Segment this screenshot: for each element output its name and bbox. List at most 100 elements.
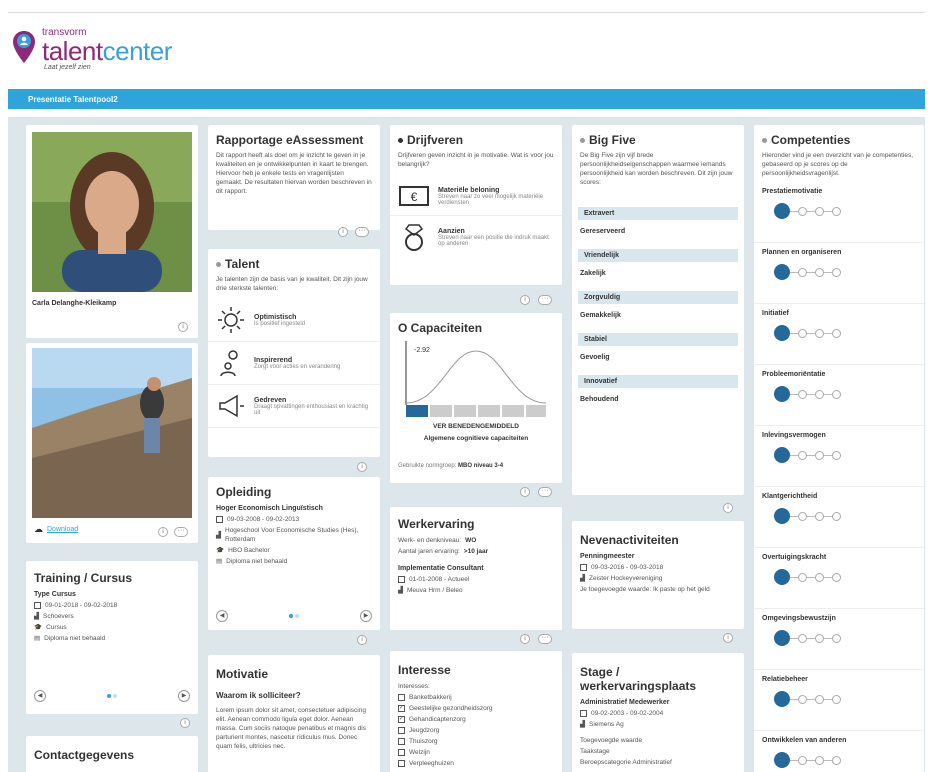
interest-item: Banketbakkerij	[390, 692, 562, 703]
level-step	[832, 267, 841, 277]
more-button[interactable]: ···	[174, 527, 188, 537]
bullet-icon	[580, 138, 585, 144]
level-step	[798, 511, 807, 521]
competence-label: Probleemoriëntatie	[762, 371, 826, 378]
prev-button[interactable]: ◀	[34, 690, 46, 702]
svg-text:€: €	[411, 190, 418, 204]
level-step	[798, 389, 807, 399]
education-diploma: ▤ Diploma niet behaald	[216, 558, 288, 565]
location-pin-logo-icon	[13, 31, 35, 63]
drivers-title: Drijfveren	[390, 125, 562, 151]
competence-item: Omgevingsbewustzijn	[754, 609, 924, 670]
competence-level-indicator	[774, 325, 916, 341]
interests-label: Interesses:	[398, 683, 430, 690]
internship-card: Stage / werkervaringsplaats Administrati…	[572, 653, 744, 772]
bigfive-trait: Innovatief	[578, 375, 738, 388]
work-years: Aantal jaren ervaring: >10 jaar	[398, 548, 489, 555]
side-activities-card: Nevenactiviteiten Penningmeester 09-03-2…	[572, 521, 744, 629]
work-dates: 01-01-2008 - Actueel	[390, 574, 562, 585]
side-activity-dates: 09-03-2016 - 09-03-2018	[572, 562, 744, 573]
next-button[interactable]: ▶	[178, 690, 190, 702]
info-button[interactable]: i	[723, 633, 733, 643]
checkbox-icon[interactable]: ✓	[398, 716, 405, 723]
interest-item: ✓ Geestelijke gezondheidszorg	[398, 705, 493, 712]
training-item-title: Type Cursus	[34, 591, 76, 598]
training-org: ▟ Schoevers	[34, 613, 74, 620]
info-button[interactable]: i	[520, 634, 530, 644]
checkbox-icon[interactable]: ✓	[398, 705, 405, 712]
calendar-icon	[398, 576, 405, 583]
more-button[interactable]: ···	[538, 487, 552, 497]
interests-list: Banketbakkerij ✓ Geestelijke gezondheidszo…	[390, 692, 562, 769]
talent-card: Talent Je talenten zijn de basis van je …	[208, 249, 380, 457]
level-step	[774, 630, 790, 646]
education-item-title: Hoger Economisch Linguïstisch	[216, 505, 323, 512]
level-step	[832, 633, 841, 643]
next-button[interactable]: ▶	[360, 610, 372, 622]
capacities-title: O Capaciteiten	[398, 321, 483, 335]
level-step	[798, 450, 807, 460]
building-icon: ▟	[216, 531, 221, 539]
level-step	[798, 694, 807, 704]
graduation-cap-icon: 🎓	[216, 547, 225, 554]
bullet-icon	[216, 262, 221, 268]
drivers-text: Drijfveren geven inzicht in je motivatie…	[398, 152, 554, 168]
competences-card: Competenties Hieronder vind je een overz…	[754, 125, 924, 772]
training-title: Training / Cursus	[34, 571, 133, 585]
more-button[interactable]: ···	[355, 227, 369, 237]
competence-label: Klantgerichtheid	[762, 493, 818, 500]
competences-list: Prestatiemotivatie Plannen en organiseren…	[754, 182, 924, 772]
info-button[interactable]: i	[357, 462, 367, 472]
level-step	[832, 572, 841, 582]
info-button[interactable]: i	[520, 295, 530, 305]
level-step	[774, 447, 790, 463]
info-button[interactable]: i	[338, 227, 348, 237]
competence-label: Initiatief	[762, 310, 789, 317]
info-button[interactable]: i	[178, 322, 188, 332]
level-step	[815, 755, 824, 765]
prev-button[interactable]: ◀	[216, 610, 228, 622]
info-button[interactable]: i	[180, 718, 190, 728]
more-button[interactable]: ···	[538, 634, 552, 644]
bigfive-score: Gemakkelijk	[580, 312, 621, 319]
pager-dots[interactable]	[107, 694, 117, 698]
diploma-icon: ▤	[216, 558, 223, 565]
competence-item: Probleemoriëntatie	[754, 365, 924, 426]
level-step	[815, 206, 824, 216]
capacity-label: Algemene cognitieve capaciteiten	[423, 435, 529, 442]
competence-label: Prestatiemotivatie	[762, 188, 823, 195]
interest-item: Thuiszorg	[390, 736, 562, 747]
checkbox-icon[interactable]	[398, 727, 405, 734]
bigfive-trait: Zorgvuldig	[578, 291, 738, 304]
level-step	[774, 569, 790, 585]
bigfive-text: De Big Five zijn vijf brede persoonlijkh…	[580, 152, 733, 186]
more-button[interactable]: ···	[538, 295, 552, 305]
checkbox-icon[interactable]	[398, 749, 405, 756]
diploma-icon: ▤	[34, 635, 41, 642]
info-button[interactable]: i	[723, 503, 733, 513]
level-step	[815, 572, 824, 582]
main-content: Carla Delanghe-Kleikamp i ☁ Download i ·…	[8, 117, 925, 772]
info-button[interactable]: i	[357, 635, 367, 645]
info-button[interactable]: i	[520, 487, 530, 497]
side-activity-text: Je toegevoegde waarde: Ik paste op het g…	[580, 586, 710, 593]
competence-item: Prestatiemotivatie	[754, 182, 924, 243]
competences-text: Hieronder vind je een overzicht van je c…	[762, 152, 914, 177]
competence-item: Plannen en organiseren	[754, 243, 924, 304]
logo[interactable]: transvorm talentcenter Laat jezelf zien	[42, 28, 172, 72]
level-step	[815, 633, 824, 643]
competence-level-indicator	[774, 630, 916, 646]
level-step	[832, 206, 841, 216]
checkbox-icon[interactable]	[398, 760, 405, 767]
download-link[interactable]: ☁ Download	[34, 524, 78, 535]
motivation-text: Lorem ipsum dolor sit amet, consectetuer…	[216, 707, 366, 750]
checkbox-icon[interactable]	[398, 694, 405, 701]
level-step	[774, 386, 790, 402]
info-button[interactable]: i	[158, 527, 168, 537]
competence-label: Overtuigingskracht	[762, 554, 827, 561]
talent-item: Gedreven Draagt opvattingen enthousiast e…	[208, 385, 380, 428]
internship-line: Beroepscategorie Administratief	[580, 759, 672, 766]
calendar-icon	[34, 602, 41, 609]
pager-dots[interactable]	[289, 614, 299, 618]
checkbox-icon[interactable]	[398, 738, 405, 745]
